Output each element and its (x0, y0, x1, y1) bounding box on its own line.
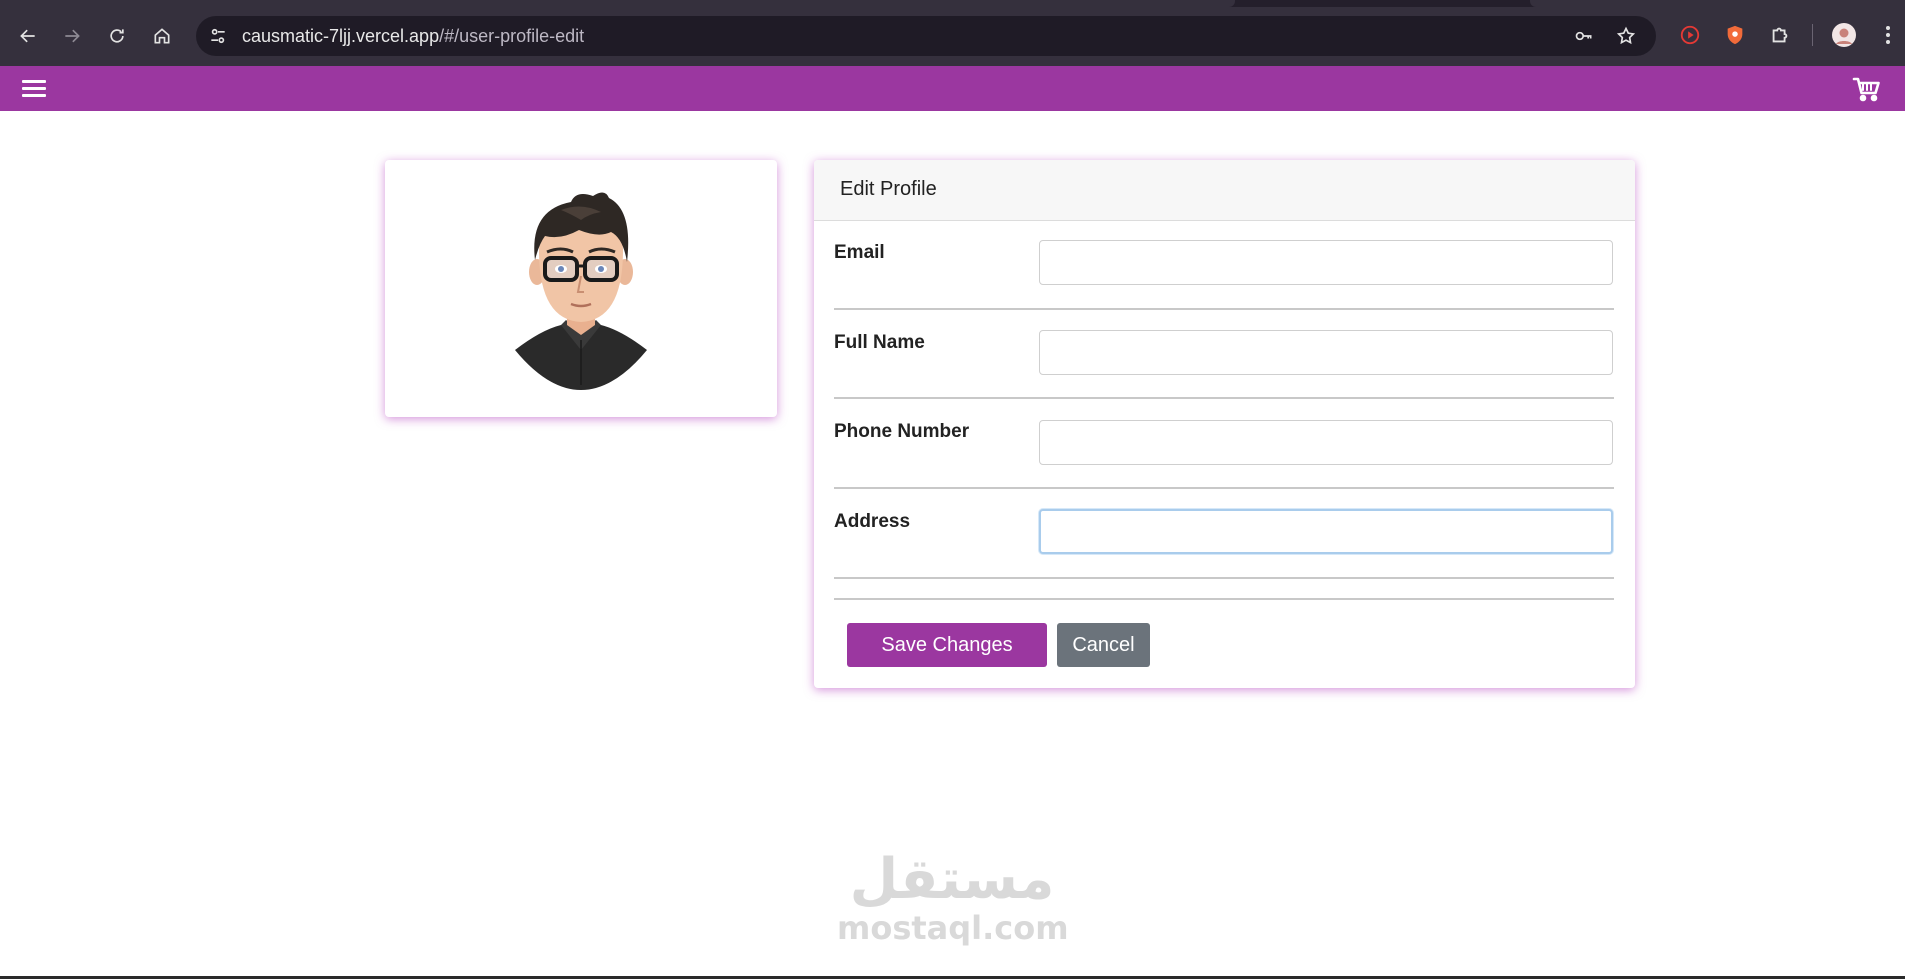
edit-profile-card: Edit Profile Email Full Name Phone Numbe… (814, 160, 1635, 688)
phone-number-label: Phone Number (834, 421, 970, 442)
address-bar[interactable]: causmatic-7ljj.vercel.app/#/user-profile… (196, 16, 1656, 56)
reload-icon[interactable] (101, 20, 133, 52)
address-label: Address (834, 511, 911, 532)
actions-divider (834, 598, 1614, 600)
back-icon[interactable] (12, 20, 44, 52)
bookmark-star-icon[interactable] (1616, 26, 1636, 46)
extensions-puzzle-icon[interactable] (1767, 22, 1793, 48)
divider (834, 397, 1614, 399)
divider (834, 308, 1614, 310)
browser-toolbar: causmatic-7ljj.vercel.app/#/user-profile… (0, 0, 1905, 66)
site-settings-icon[interactable] (208, 26, 228, 46)
app-navbar (0, 66, 1905, 111)
user-avatar-image (515, 192, 647, 390)
full-name-label: Full Name (834, 332, 925, 353)
url-path: /#/user-profile-edit (439, 26, 585, 46)
phone-number-input[interactable] (1039, 420, 1613, 465)
email-input[interactable] (1039, 240, 1613, 285)
home-icon[interactable] (146, 20, 178, 52)
save-changes-button[interactable]: Save Changes (847, 623, 1047, 667)
email-label: Email (834, 242, 885, 263)
divider (834, 577, 1614, 579)
password-key-icon[interactable] (1574, 26, 1594, 46)
full-name-input[interactable] (1039, 330, 1613, 375)
avatar-card (385, 160, 777, 417)
url-text[interactable]: causmatic-7ljj.vercel.app/#/user-profile… (242, 26, 584, 46)
watermark-latin: mostaql.com (837, 909, 1069, 947)
url-host: causmatic-7ljj.vercel.app (242, 26, 440, 46)
shield-extension-icon[interactable] (1722, 22, 1748, 48)
browser-menu-icon[interactable] (1878, 22, 1898, 48)
toolbar-separator (1812, 24, 1813, 46)
profile-avatar-icon[interactable] (1831, 22, 1857, 48)
cart-icon[interactable] (1852, 75, 1882, 103)
forward-icon[interactable] (56, 20, 88, 52)
watermark-logo: مستقل mostaql.com (837, 847, 1069, 960)
watermark-arabic: مستقل (849, 847, 1055, 912)
recorder-extension-icon[interactable] (1677, 22, 1703, 48)
tab-strip (0, 0, 1905, 7)
hamburger-menu-icon[interactable] (22, 77, 46, 99)
card-title: Edit Profile (840, 178, 937, 200)
address-input[interactable] (1039, 509, 1613, 554)
cancel-button[interactable]: Cancel (1057, 623, 1150, 667)
divider (834, 487, 1614, 489)
card-header: Edit Profile (814, 160, 1635, 221)
